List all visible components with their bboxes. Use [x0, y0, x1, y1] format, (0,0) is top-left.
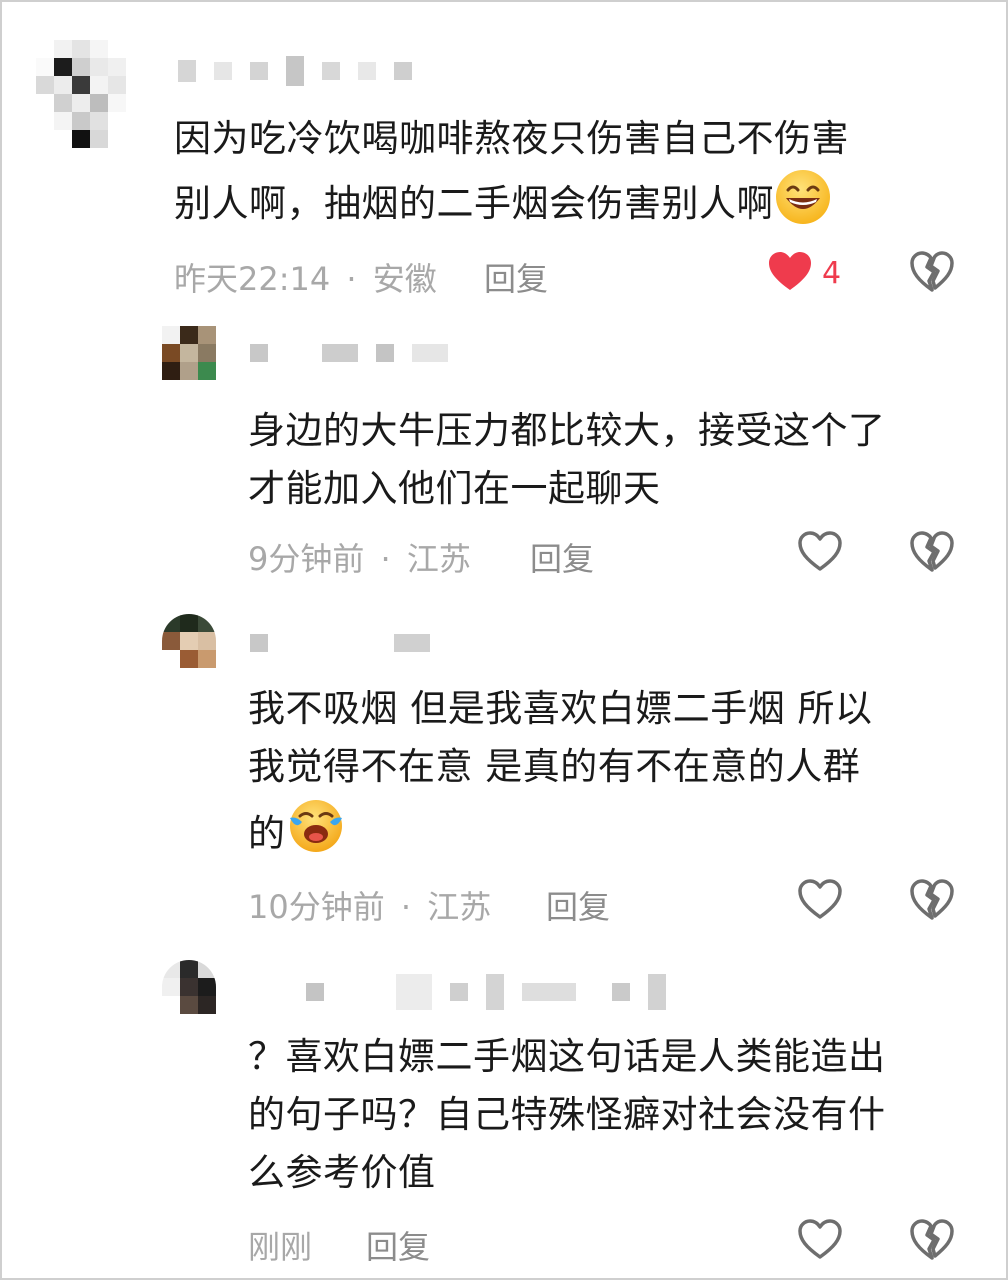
- avatar[interactable]: [36, 40, 144, 148]
- like-button[interactable]: [796, 1216, 844, 1264]
- dislike-button[interactable]: [908, 876, 956, 924]
- meta-separator: ·: [400, 888, 412, 926]
- like-button[interactable]: [796, 876, 844, 924]
- like-button[interactable]: [766, 248, 814, 296]
- reply-button[interactable]: 回复: [366, 1222, 430, 1268]
- username-blurred[interactable]: [306, 972, 666, 1012]
- comment-text-line: 么参考价值: [248, 1151, 436, 1194]
- meta-separator: ·: [346, 260, 357, 298]
- comment-text-line: 的句子吗？自己特殊怪癖对社会没有什: [248, 1093, 886, 1136]
- comment-text-line: 身边的大牛压力都比较大，接受这个了: [248, 409, 886, 452]
- comment-text-line: ？喜欢白嫖二手烟这句话是人类能造出: [248, 1035, 886, 1078]
- comment-text-line: 我不吸烟 但是我喜欢白嫖二手烟 所以: [248, 687, 873, 730]
- comment-time: 刚刚: [248, 1228, 313, 1266]
- username-blurred[interactable]: [250, 632, 430, 654]
- heart-outline-icon: [798, 531, 842, 571]
- comment-text-line: 因为吃冷饮喝咖啡熬夜只伤害自己不伤害: [174, 117, 849, 160]
- comment-time: 9分钟前: [248, 540, 365, 578]
- avatar[interactable]: [162, 960, 216, 1014]
- like-count: 4: [822, 256, 842, 291]
- heart-outline-icon: [798, 1219, 842, 1259]
- comment-meta: 10分钟前 · 江苏: [248, 882, 491, 928]
- comment-text: 我不吸烟 但是我喜欢白嫖二手烟 所以 我觉得不在意 是真的有不在意的人群 的: [248, 680, 978, 873]
- avatar[interactable]: [162, 614, 216, 668]
- comment-text-line: 别人啊，抽烟的二手烟会伤害别人啊: [174, 182, 774, 225]
- comment-time: 昨天22:14: [174, 260, 331, 298]
- dislike-button[interactable]: [908, 248, 956, 296]
- reply-button[interactable]: 回复: [546, 882, 610, 928]
- like-button[interactable]: [796, 528, 844, 576]
- broken-heart-icon: [910, 531, 954, 572]
- grinning-squint-emoji-icon: [774, 168, 832, 243]
- comment-location: 安徽: [372, 260, 437, 298]
- comment-text: ？喜欢白嫖二手烟这句话是人类能造出 的句子吗？自己特殊怪癖对社会没有什 么参考价…: [248, 1028, 978, 1202]
- comment-location: 江苏: [406, 540, 471, 578]
- comment-text-line: 的: [248, 812, 286, 855]
- reply-button[interactable]: 回复: [530, 534, 594, 580]
- username-blurred[interactable]: [178, 56, 412, 86]
- username-blurred[interactable]: [250, 342, 448, 364]
- avatar[interactable]: [162, 326, 216, 380]
- dislike-button[interactable]: [908, 1216, 956, 1264]
- comment-meta: 9分钟前 · 江苏: [248, 534, 471, 580]
- crying-laughing-emoji-icon: [286, 796, 346, 873]
- dislike-button[interactable]: [908, 528, 956, 576]
- comment-location: 江苏: [427, 888, 492, 926]
- broken-heart-icon: [910, 879, 954, 920]
- reply-button[interactable]: 回复: [484, 254, 548, 300]
- heart-outline-icon: [798, 879, 842, 919]
- comment-text: 身边的大牛压力都比较大，接受这个了 才能加入他们在一起聊天: [248, 402, 978, 518]
- comment-time: 10分钟前: [248, 888, 385, 926]
- heart-filled-icon: [769, 252, 811, 290]
- meta-separator: ·: [380, 540, 391, 578]
- comment-text: 因为吃冷饮喝咖啡熬夜只伤害自己不伤害 别人啊，抽烟的二手烟会伤害别人啊: [174, 110, 974, 243]
- comment-text-line: 才能加入他们在一起聊天: [248, 467, 661, 510]
- comment-meta: 刚刚: [248, 1222, 312, 1268]
- broken-heart-icon: [910, 1219, 954, 1260]
- broken-heart-icon: [910, 251, 954, 292]
- comment-text-line: 我觉得不在意 是真的有不在意的人群: [248, 745, 861, 788]
- comment-meta: 昨天22:14 · 安徽: [174, 254, 437, 300]
